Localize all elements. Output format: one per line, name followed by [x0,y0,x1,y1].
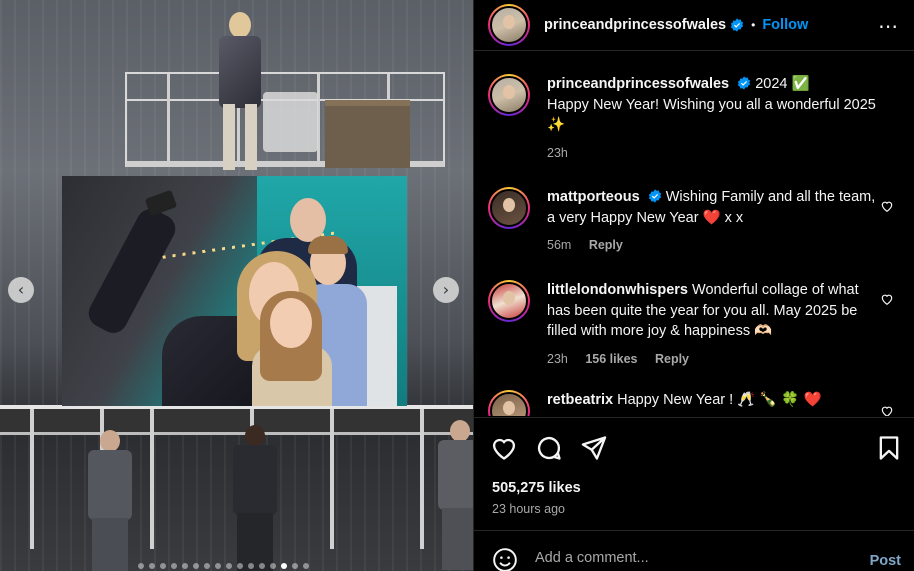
like-heart-icon[interactable] [490,434,518,462]
post-time[interactable]: 23 hours ago [492,502,565,516]
comment-suffix: x x [724,209,744,226]
verified-badge-icon [738,76,751,90]
comments-list[interactable]: princeandprincessofwales 2024 ✅ Happy Ne… [474,52,914,416]
celebration-emoji-icon: 🥂 🍾 🍀 ❤️ [737,392,822,408]
verified-badge-icon [648,189,661,203]
caption-text: Happy New Year! Wishing you all a wonder… [547,96,876,113]
caption-username[interactable]: princeandprincessofwales [547,76,729,92]
chevron-left-icon: ‹ [17,280,25,299]
dancer-figure [80,430,140,571]
commenter-avatar[interactable] [488,280,530,322]
caption-time[interactable]: 23h [547,146,568,160]
author-avatar[interactable] [488,4,530,46]
comment-likes[interactable]: 156 likes [585,352,637,366]
stage-podium [325,100,410,168]
carousel-dot [149,563,155,569]
comment-username[interactable]: mattporteous [547,189,640,205]
post-header: princeandprincessofwales • Follow ⋯ [474,0,914,51]
header-separator: • [751,18,756,32]
post-comment-button[interactable]: Post [870,553,901,569]
commenter-avatar[interactable] [488,187,530,229]
share-send-icon[interactable] [580,434,608,462]
commenter-avatar[interactable] [488,390,530,416]
reply-button[interactable]: Reply [589,238,623,252]
author-avatar[interactable] [488,74,530,116]
carousel-dot [171,563,177,569]
carousel-next-button[interactable]: › [433,277,459,303]
carousel-prev-button[interactable]: ‹ [8,277,34,303]
like-comment-heart-icon[interactable] [880,292,894,306]
dancer-figure [225,425,285,571]
add-comment-bar: Post [474,530,914,571]
carousel-dot [248,563,254,569]
dancer-figure [430,420,473,570]
comment-input[interactable] [535,550,835,566]
carousel-dot [193,563,199,569]
sparkles-emoji-icon: ✨ [547,117,566,133]
carousel-dot [204,563,210,569]
comment-username[interactable]: retbeatrix [547,392,613,408]
carousel-dot [292,563,298,569]
like-comment-heart-icon[interactable] [880,404,894,416]
carousel-dot [237,563,243,569]
post-media[interactable]: ‹ › [0,0,473,571]
carousel-dot [182,563,188,569]
carousel-dot [281,563,287,569]
check-emoji-icon: ✅ [791,76,810,92]
hands-heart-emoji-icon: 🫶🏻 [754,323,773,339]
follow-button[interactable]: Follow [762,17,808,33]
performer-figure [205,8,275,170]
emoji-smiley-icon[interactable] [492,547,518,571]
selfie-photo [62,176,407,406]
reply-button[interactable]: Reply [655,352,689,366]
save-bookmark-icon[interactable] [875,434,903,462]
heart-emoji-icon: ❤️ [702,209,721,226]
post-actions: 505,275 likes 23 hours ago [474,417,914,530]
like-comment-heart-icon[interactable] [880,199,894,213]
comment-bubble-icon[interactable] [535,434,563,462]
carousel-dot [160,563,166,569]
more-options-icon[interactable]: ⋯ [878,14,899,38]
verified-badge-icon [731,18,744,32]
carousel-dots [138,563,309,569]
caption-year: 2024 [755,76,788,92]
likes-count[interactable]: 505,275 likes [492,480,581,496]
phone-icon [144,189,178,217]
comment-time[interactable]: 56m [547,238,571,252]
carousel-dot [138,563,144,569]
carousel-dot [226,563,232,569]
carousel-dot [270,563,276,569]
chevron-right-icon: › [442,280,450,299]
comment-time[interactable]: 23h [547,352,568,366]
carousel-dot [215,563,221,569]
carousel-dot [259,563,265,569]
comment-username[interactable]: littlelondonwhispers [547,282,688,298]
comment-text: Happy New Year ! [617,392,734,408]
author-username[interactable]: princeandprincessofwales [544,17,726,33]
post-sidebar: princeandprincessofwales • Follow ⋯ prin… [473,0,914,571]
carousel-dot [303,563,309,569]
